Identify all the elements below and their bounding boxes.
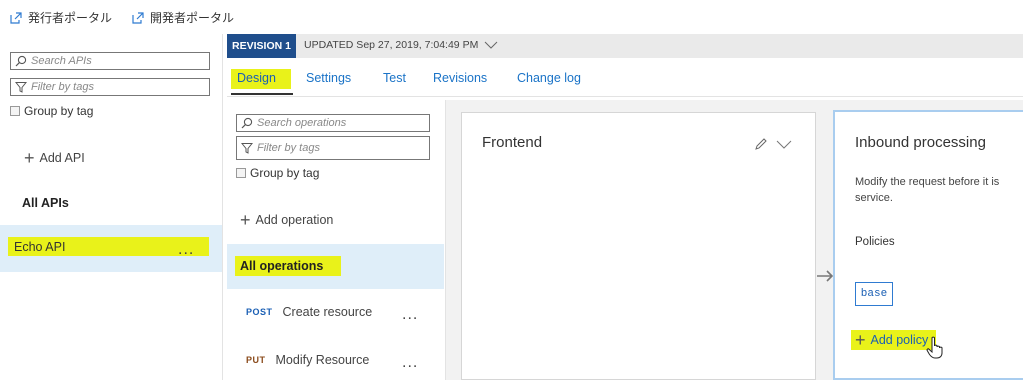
tab-design[interactable]: Design	[237, 71, 276, 85]
portal-links: 発行者ポータル 開発者ポータル	[10, 9, 234, 26]
all-apis-heading: All APIs	[22, 196, 69, 210]
tabs-divider	[227, 96, 1023, 97]
ops-group-by-tag-checkbox[interactable]: Group by tag	[236, 166, 319, 180]
revision-updated[interactable]: UPDATED Sep 27, 2019, 7:04:49 PM	[304, 39, 498, 51]
http-verb-badge: PUT	[246, 355, 266, 365]
publisher-portal-link[interactable]: 発行者ポータル	[10, 9, 112, 26]
inbound-title: Inbound processing	[855, 134, 986, 151]
filter-icon	[241, 143, 253, 154]
edit-pencil-icon[interactable]	[754, 137, 768, 151]
operation-more-button[interactable]: ...	[402, 306, 418, 324]
tab-test[interactable]: Test	[383, 71, 406, 85]
add-api-button[interactable]: + Add API	[24, 149, 85, 167]
operation-row[interactable]: POST Create resource	[246, 305, 372, 319]
developer-portal-link[interactable]: 開発者ポータル	[132, 9, 234, 26]
inbound-description-line-2: service.	[855, 192, 893, 204]
arrow-right-icon	[817, 270, 834, 282]
external-link-icon	[10, 11, 22, 24]
api-item-more-button[interactable]: ...	[178, 241, 194, 259]
frontend-title: Frontend	[482, 134, 543, 151]
frontend-card	[461, 112, 816, 380]
filter-operations-input[interactable]: Filter by tags	[236, 136, 430, 160]
plus-icon: +	[240, 210, 251, 230]
policies-label: Policies	[855, 236, 895, 248]
search-operations-input[interactable]: Search operations	[236, 114, 430, 132]
revision-badge[interactable]: REVISION 1	[227, 34, 296, 58]
add-api-label: Add API	[39, 151, 85, 165]
tab-change-log[interactable]: Change log	[517, 71, 581, 85]
filter-icon	[15, 82, 27, 93]
group-by-tag-label: Group by tag	[24, 104, 94, 118]
hand-pointer-cursor-icon	[926, 336, 943, 359]
search-icon	[15, 55, 27, 67]
checkbox-box[interactable]	[236, 168, 246, 178]
publisher-portal-label: 発行者ポータル	[28, 11, 113, 25]
inbound-description-line-1: Modify the request before it is	[855, 176, 1000, 188]
active-tab-indicator	[231, 93, 293, 95]
plus-icon: +	[24, 148, 35, 168]
base-policy-tag[interactable]: base	[855, 282, 893, 306]
chevron-down-icon[interactable]	[776, 140, 792, 149]
operation-name: Modify Resource	[275, 353, 370, 367]
add-policy-button[interactable]: + Add policy	[855, 331, 928, 349]
operation-more-button[interactable]: ...	[402, 354, 418, 372]
tab-revisions[interactable]: Revisions	[433, 71, 487, 85]
search-apis-input[interactable]: Search APIs	[10, 52, 210, 70]
operation-row[interactable]: PUT Modify Resource	[246, 353, 369, 367]
http-verb-badge: POST	[246, 307, 273, 317]
ops-group-by-tag-label: Group by tag	[250, 166, 320, 180]
search-icon	[241, 117, 253, 129]
tab-settings[interactable]: Settings	[306, 71, 351, 85]
filter-apis-placeholder: Filter by tags	[31, 81, 94, 93]
checkbox-box[interactable]	[10, 106, 20, 116]
developer-portal-label: 開発者ポータル	[150, 11, 235, 25]
plus-icon: +	[855, 330, 866, 350]
inbound-description: Modify the request before it is service.	[855, 174, 1023, 206]
add-policy-label: Add policy	[870, 333, 929, 347]
add-operation-button[interactable]: + Add operation	[240, 211, 333, 229]
add-operation-label: Add operation	[255, 213, 334, 227]
external-link-icon	[132, 11, 144, 24]
chevron-down-icon	[484, 41, 498, 49]
operation-name: Create resource	[282, 305, 373, 319]
filter-operations-placeholder: Filter by tags	[257, 142, 320, 154]
api-item-name[interactable]: Echo API	[14, 240, 65, 254]
revision-updated-label: UPDATED Sep 27, 2019, 7:04:49 PM	[304, 39, 479, 51]
search-operations-placeholder: Search operations	[257, 117, 347, 129]
filter-apis-input[interactable]: Filter by tags	[10, 78, 210, 96]
search-apis-placeholder: Search APIs	[31, 55, 92, 67]
group-by-tag-checkbox[interactable]: Group by tag	[10, 104, 93, 118]
all-operations-label: All operations	[240, 259, 324, 273]
